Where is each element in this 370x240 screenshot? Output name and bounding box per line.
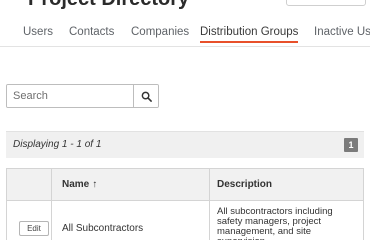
- search-box: [6, 84, 159, 108]
- tab-distribution-groups[interactable]: Distribution Groups: [200, 24, 299, 43]
- tab-users[interactable]: Users: [23, 24, 53, 40]
- page: Project Directory Users Contacts Compani…: [0, 0, 370, 240]
- group-name[interactable]: All Subcontractors: [62, 223, 143, 234]
- top-right-button[interactable]: [286, 0, 366, 6]
- page-title: Project Directory: [28, 0, 189, 11]
- tab-bar: Users Contacts Companies Distribution Gr…: [0, 24, 370, 44]
- edit-button[interactable]: Edit: [19, 221, 49, 236]
- tabs-divider: [0, 46, 370, 47]
- table-header: Name ↑ Description: [7, 169, 363, 201]
- tab-contacts[interactable]: Contacts: [69, 24, 114, 40]
- results-count: Displaying 1 - 1 of 1: [13, 139, 102, 150]
- page-number-badge[interactable]: 1: [344, 138, 358, 152]
- search-button[interactable]: [133, 85, 158, 107]
- column-header-description[interactable]: Description: [217, 179, 272, 190]
- column-divider: [209, 169, 210, 240]
- tab-companies[interactable]: Companies: [131, 24, 189, 40]
- distribution-groups-table: Name ↑ Description Edit All Subcontractor…: [6, 168, 364, 240]
- search-icon: [141, 91, 152, 102]
- column-header-name[interactable]: Name ↑: [62, 179, 97, 190]
- column-header-name-label: Name: [62, 179, 90, 190]
- sort-ascending-icon: ↑: [92, 179, 98, 190]
- group-description: All subcontractors including safety mana…: [217, 206, 333, 240]
- search-input[interactable]: [7, 85, 133, 107]
- column-divider: [51, 169, 52, 240]
- tab-inactive-users[interactable]: Inactive Use: [314, 24, 370, 40]
- results-bar: Displaying 1 - 1 of 1 1: [6, 131, 364, 158]
